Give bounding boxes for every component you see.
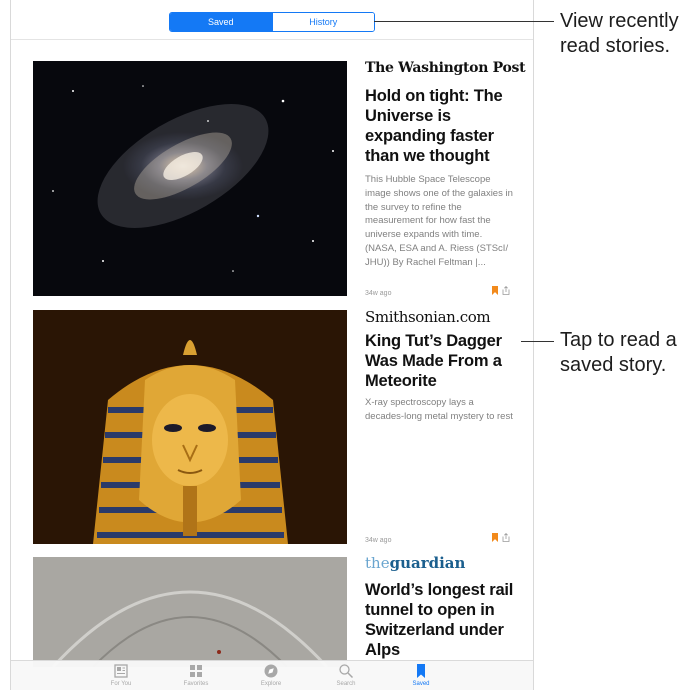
tunnel-illustration bbox=[33, 557, 347, 667]
top-bar: Saved History bbox=[11, 0, 533, 40]
publisher-guardian: theguardian bbox=[365, 554, 465, 572]
galaxy-image[interactable] bbox=[33, 61, 347, 296]
news-icon bbox=[114, 664, 128, 678]
tab-label: Favorites bbox=[183, 681, 209, 687]
saved-segment[interactable]: Saved bbox=[170, 13, 272, 31]
galaxy-illustration bbox=[52, 85, 334, 272]
tab-explore[interactable]: Explore bbox=[241, 663, 301, 687]
mask-illustration bbox=[33, 310, 347, 544]
story-callout-text: Tap to read a saved story. bbox=[560, 329, 677, 376]
story-excerpt: X-ray spectroscopy lays a decades-long m… bbox=[365, 397, 513, 422]
share-icon[interactable] bbox=[502, 286, 510, 295]
history-callout-line bbox=[374, 21, 554, 22]
rail-tunnel-image[interactable] bbox=[33, 557, 347, 667]
tab-bar: For You Favorites Explore Search Saved bbox=[11, 660, 533, 690]
tutankhamun-mask-image[interactable] bbox=[33, 310, 347, 544]
story-age: 34w ago bbox=[365, 290, 392, 297]
tab-label: For You bbox=[110, 681, 132, 687]
tab-saved[interactable]: Saved bbox=[391, 663, 451, 687]
ipad-screen: Saved History The Washington Post Hold o… bbox=[10, 0, 534, 690]
history-segment[interactable]: History bbox=[271, 13, 374, 31]
story-age: 34w ago bbox=[365, 537, 392, 544]
story-headline[interactable]: World’s longest rail tunnel to open in S… bbox=[365, 580, 531, 660]
bookmark-icon[interactable] bbox=[492, 286, 498, 295]
bookmark-icon bbox=[417, 664, 425, 678]
tab-search[interactable]: Search bbox=[316, 663, 376, 687]
publisher-smithsonian: Smithsonian.com bbox=[365, 308, 491, 326]
saved-history-segmented-control: Saved History bbox=[169, 12, 375, 32]
share-icon[interactable] bbox=[502, 533, 510, 542]
publisher-washington-post: The Washington Post bbox=[365, 60, 526, 76]
tab-label: Explore bbox=[260, 681, 282, 687]
tab-for-you[interactable]: For You bbox=[91, 663, 151, 687]
tab-label: Saved bbox=[412, 681, 430, 687]
tab-label: Search bbox=[336, 681, 356, 687]
story-headline[interactable]: King Tut’s Dagger Was Made From a Meteor… bbox=[365, 331, 531, 391]
publisher-main: guardian bbox=[389, 554, 466, 572]
story-excerpt: This Hubble Space Telescope image shows … bbox=[365, 174, 513, 268]
tab-favorites[interactable]: Favorites bbox=[166, 663, 226, 687]
grid-icon bbox=[190, 665, 202, 677]
story-headline[interactable]: Hold on tight: The Universe is expanding… bbox=[365, 86, 531, 166]
story-callout-line bbox=[521, 341, 554, 342]
compass-icon bbox=[264, 664, 278, 678]
search-icon bbox=[339, 664, 354, 679]
bookmark-icon[interactable] bbox=[492, 533, 498, 542]
publisher-prefix: the bbox=[365, 554, 390, 572]
history-callout-text: View recently read stories. bbox=[560, 10, 679, 57]
